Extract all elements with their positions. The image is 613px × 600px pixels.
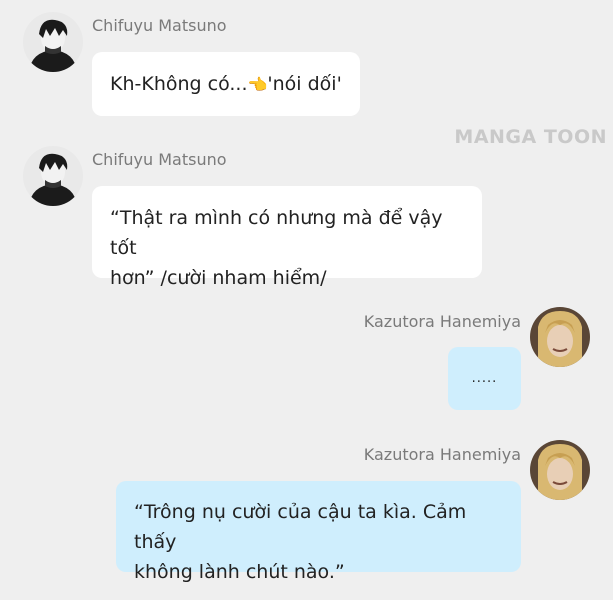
sender-name: Chifuyu Matsuno (92, 16, 227, 35)
backhand-index-pointing-left-icon: 👈 (247, 75, 268, 94)
message-text: ..... (471, 371, 498, 386)
avatar-chifuyu-icon[interactable] (23, 12, 83, 72)
message-text-line: “Thật ra mình có nhưng mà để vậy tốt (110, 207, 443, 259)
message-text: Kh-Không có... (110, 73, 248, 95)
message-bubble: Kh-Không có...👈'nói dối' (92, 52, 360, 116)
message-text-line: “Trông nụ cười của cậu ta kìa. Cảm thấy (134, 501, 467, 553)
watermark-logo: MANGA TOON (454, 126, 607, 148)
avatar-chifuyu-icon[interactable] (23, 146, 83, 206)
message-text-line: không lành chút nào.” (134, 561, 345, 583)
sender-name: Chifuyu Matsuno (92, 150, 227, 169)
message-bubble: ..... (448, 347, 521, 410)
avatar-kazutora-icon[interactable] (530, 440, 590, 500)
sender-name: Kazutora Hanemiya (363, 312, 521, 331)
avatar-kazutora-icon[interactable] (530, 307, 590, 367)
message-bubble: “Thật ra mình có nhưng mà để vậy tốt hơn… (92, 186, 482, 289)
message-text: 'nói dối' (267, 73, 342, 95)
message-bubble: “Trông nụ cười của cậu ta kìa. Cảm thấy … (116, 481, 521, 583)
message-text-line: hơn” /cười nham hiểm/ (110, 267, 327, 289)
sender-name: Kazutora Hanemiya (363, 445, 521, 464)
